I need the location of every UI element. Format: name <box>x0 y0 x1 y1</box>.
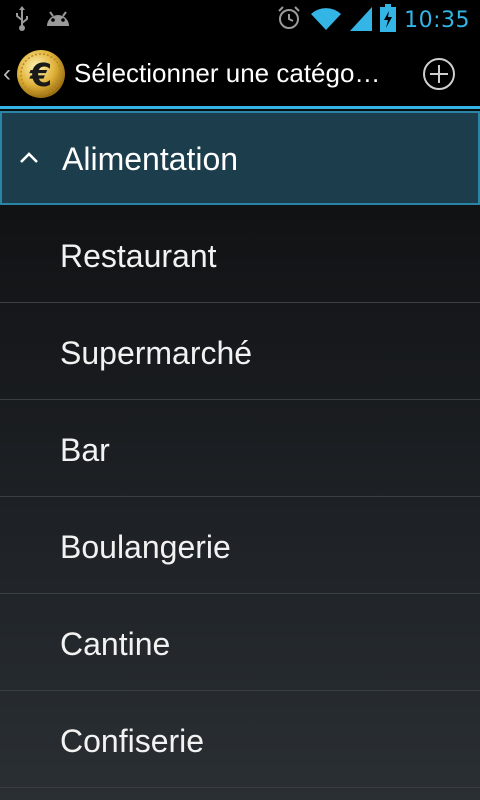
group-header-alimentation[interactable]: Alimentation <box>0 111 480 205</box>
page-title: Sélectionner une catégo… <box>74 58 381 88</box>
status-time: 10:35 <box>404 8 470 33</box>
status-bar-notifications <box>14 6 72 37</box>
svg-text:€: € <box>29 56 52 94</box>
list-item-restaurant[interactable]: Restaurant <box>0 207 480 303</box>
list-divider <box>0 496 480 497</box>
group-label: Alimentation <box>62 141 239 177</box>
add-circle-icon[interactable] <box>422 57 456 91</box>
list-divider <box>0 787 480 788</box>
list-item-boulangerie[interactable]: Boulangerie <box>0 498 480 594</box>
list-item-label: Bar <box>60 432 110 468</box>
alarm-icon <box>276 5 302 36</box>
list-divider <box>0 399 480 400</box>
list-divider <box>0 593 480 594</box>
list-item-cantine[interactable]: Cantine <box>0 595 480 691</box>
list-item-confiserie[interactable]: Confiserie <box>0 692 480 788</box>
list-item-label: Restaurant <box>60 238 217 274</box>
chevron-up-icon <box>16 145 42 171</box>
list-item-supermarche[interactable]: Supermarché <box>0 304 480 400</box>
list-divider <box>0 690 480 691</box>
battery-charging-icon <box>380 4 397 37</box>
wifi-icon <box>310 5 342 36</box>
euro-coin-icon[interactable]: € <box>16 49 66 99</box>
usb-icon <box>14 6 30 37</box>
list-item-label: Confiserie <box>60 723 205 759</box>
list-item-label: Boulangerie <box>60 529 231 565</box>
list-item-label: Cantine <box>60 626 171 662</box>
list-item-label: Supermarché <box>60 335 253 371</box>
status-bar: 10:35 <box>0 0 480 38</box>
signal-icon <box>350 5 373 36</box>
category-list[interactable]: Alimentation Restaurant Supermarché Bar … <box>0 109 480 800</box>
list-item-bar[interactable]: Bar <box>0 401 480 497</box>
android-debug-icon <box>44 8 72 35</box>
action-bar: ‹ € Sélectionner une catégo… <box>0 38 480 108</box>
status-bar-system: 10:35 <box>276 4 470 37</box>
chevron-left-icon[interactable]: ‹ <box>3 60 11 88</box>
list-divider <box>0 302 480 303</box>
